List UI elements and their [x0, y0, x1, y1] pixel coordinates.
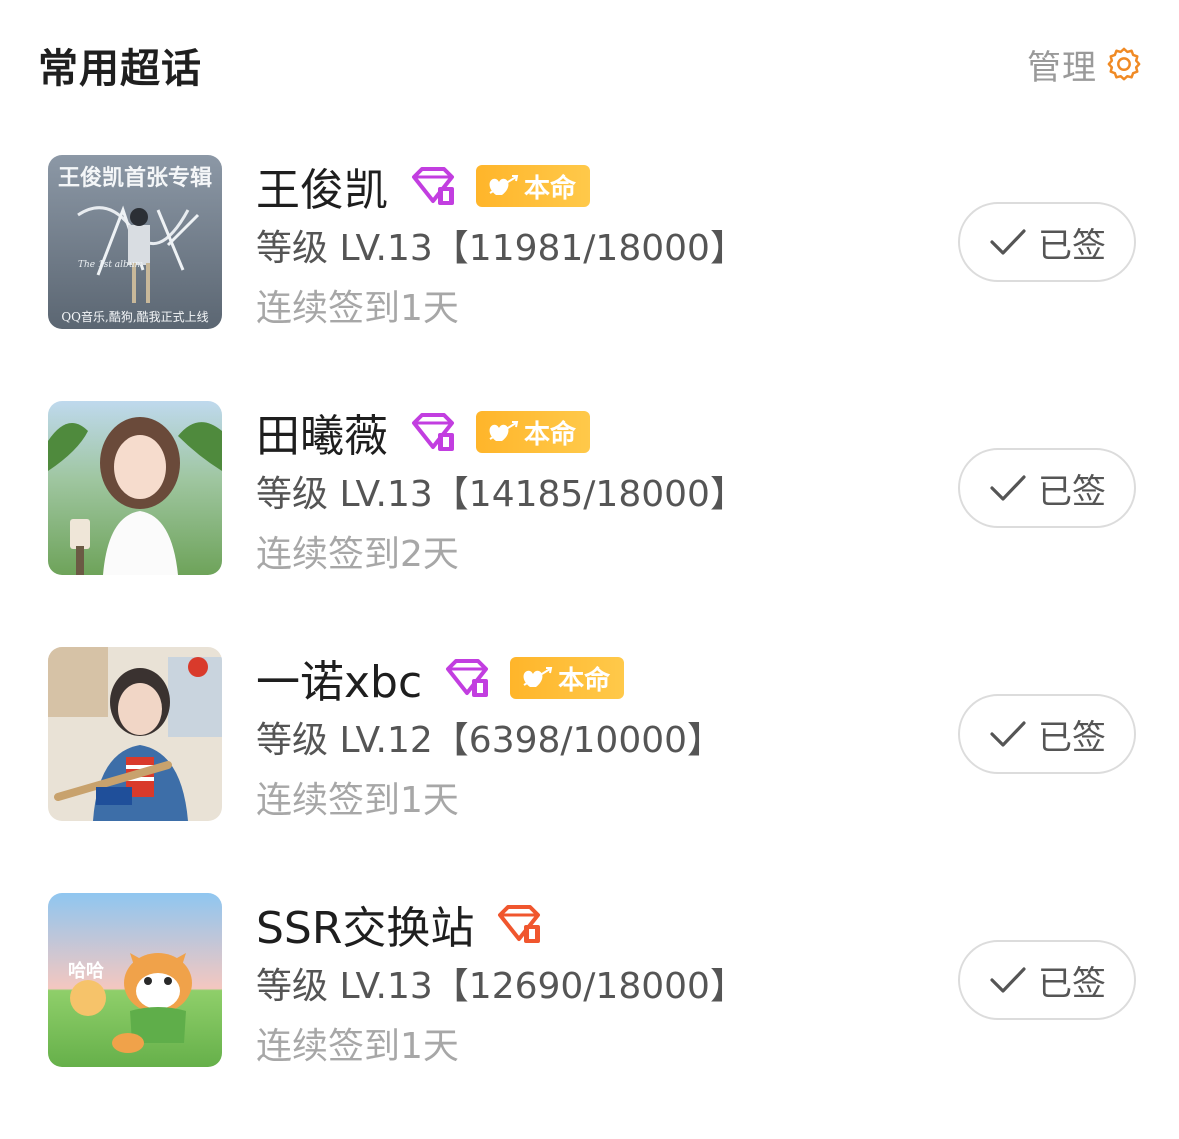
- svg-text:QQ音乐,酷狗,酷我正式上线: QQ音乐,酷狗,酷我正式上线: [61, 309, 208, 324]
- checked-in-button[interactable]: 已签: [958, 202, 1136, 282]
- portrait-image: [48, 647, 222, 821]
- badge-label: 本命: [524, 419, 577, 450]
- level-text: 等级 LV.13【11981/18000】: [256, 228, 746, 269]
- level-text: 等级 LV.13【14185/18000】: [256, 474, 746, 515]
- checked-in-button[interactable]: 已签: [958, 694, 1136, 774]
- svg-text:王俊凯首张专辑: 王俊凯首张专辑: [58, 165, 212, 191]
- topic-info: 田曦薇 本命 等级 LV.13【14185/18000】 连续签到2天: [256, 401, 936, 583]
- topic-avatar[interactable]: [48, 647, 222, 821]
- streak-text: 连续签到1天: [256, 780, 459, 821]
- manage-button[interactable]: 管理: [1027, 40, 1143, 89]
- topic-avatar[interactable]: 王俊凯首张专辑 The 1st album QQ音乐,酷狗,酷我正式上线: [48, 155, 222, 329]
- manage-label: 管理: [1027, 48, 1097, 88]
- check-icon: [990, 229, 1026, 255]
- streak-text: 连续签到2天: [256, 534, 459, 575]
- streak-text: 连续签到1天: [256, 1026, 459, 1067]
- topic-row[interactable]: 一诺xbc 本命 等级 LV.12【6398/10000】 连续签到1天 已签: [0, 647, 1179, 893]
- portrait-image: [48, 401, 222, 575]
- purple-diamond-icon: [446, 659, 489, 697]
- level-text: 等级 LV.12【6398/10000】: [256, 720, 724, 761]
- purple-diamond-icon: [412, 413, 454, 451]
- album-cover-image: 王俊凯首张专辑 The 1st album QQ音乐,酷狗,酷我正式上线: [48, 155, 222, 329]
- topic-avatar[interactable]: 哈哈: [48, 893, 222, 1067]
- checkin-label: 已签: [1038, 717, 1106, 758]
- checked-in-button[interactable]: 已签: [958, 940, 1136, 1020]
- streak-text: 连续签到1天: [256, 288, 459, 329]
- benming-badge: 本命: [476, 165, 591, 207]
- heart-arrow-icon: [523, 667, 553, 687]
- heart-arrow-icon: [489, 175, 519, 195]
- topic-name[interactable]: SSR交换站: [256, 892, 474, 956]
- svg-text:The 1st album: The 1st album: [78, 260, 143, 270]
- check-icon: [990, 475, 1026, 501]
- checkin-label: 已签: [1038, 471, 1106, 512]
- benming-badge: 本命: [510, 657, 625, 699]
- topic-info: 王俊凯 本命 等级 LV.13【11981/18000】 连续签到1天: [256, 155, 936, 337]
- orange-diamond-icon: [498, 905, 541, 943]
- benming-badge: 本命: [476, 411, 591, 453]
- topic-row[interactable]: 哈哈 SSR交换站 等级 LV.13【12690/18000】 连续签到1天 已…: [0, 893, 1179, 1139]
- purple-diamond-icon: [412, 167, 454, 205]
- badge-label: 本命: [558, 665, 611, 696]
- topic-name[interactable]: 一诺xbc: [256, 646, 422, 710]
- topic-list: 王俊凯首张专辑 The 1st album QQ音乐,酷狗,酷我正式上线 王俊凯: [0, 155, 1179, 1139]
- level-text: 等级 LV.13【12690/18000】: [256, 966, 746, 1007]
- corgi-cartoon-image: 哈哈: [48, 893, 222, 1067]
- check-icon: [990, 967, 1026, 993]
- badge-label: 本命: [524, 173, 577, 204]
- checkin-label: 已签: [1038, 225, 1106, 266]
- topic-info: SSR交换站 等级 LV.13【12690/18000】 连续签到1天: [256, 893, 936, 1075]
- checkin-label: 已签: [1038, 963, 1106, 1004]
- svg-text:哈哈: 哈哈: [68, 960, 104, 982]
- topic-info: 一诺xbc 本命 等级 LV.12【6398/10000】 连续签到1天: [256, 647, 936, 829]
- topic-avatar[interactable]: [48, 401, 222, 575]
- topic-row[interactable]: 王俊凯首张专辑 The 1st album QQ音乐,酷狗,酷我正式上线 王俊凯: [0, 155, 1179, 401]
- checked-in-button[interactable]: 已签: [958, 448, 1136, 528]
- topic-name[interactable]: 王俊凯: [256, 154, 388, 218]
- header: 常用超话 管理: [0, 0, 1179, 120]
- topic-row[interactable]: 田曦薇 本命 等级 LV.13【14185/18000】 连续签到2天 已签: [0, 401, 1179, 647]
- topic-name[interactable]: 田曦薇: [256, 400, 388, 464]
- gear-icon: [1107, 47, 1141, 80]
- page-title: 常用超话: [38, 46, 202, 92]
- check-icon: [990, 721, 1026, 747]
- heart-arrow-icon: [489, 421, 519, 441]
